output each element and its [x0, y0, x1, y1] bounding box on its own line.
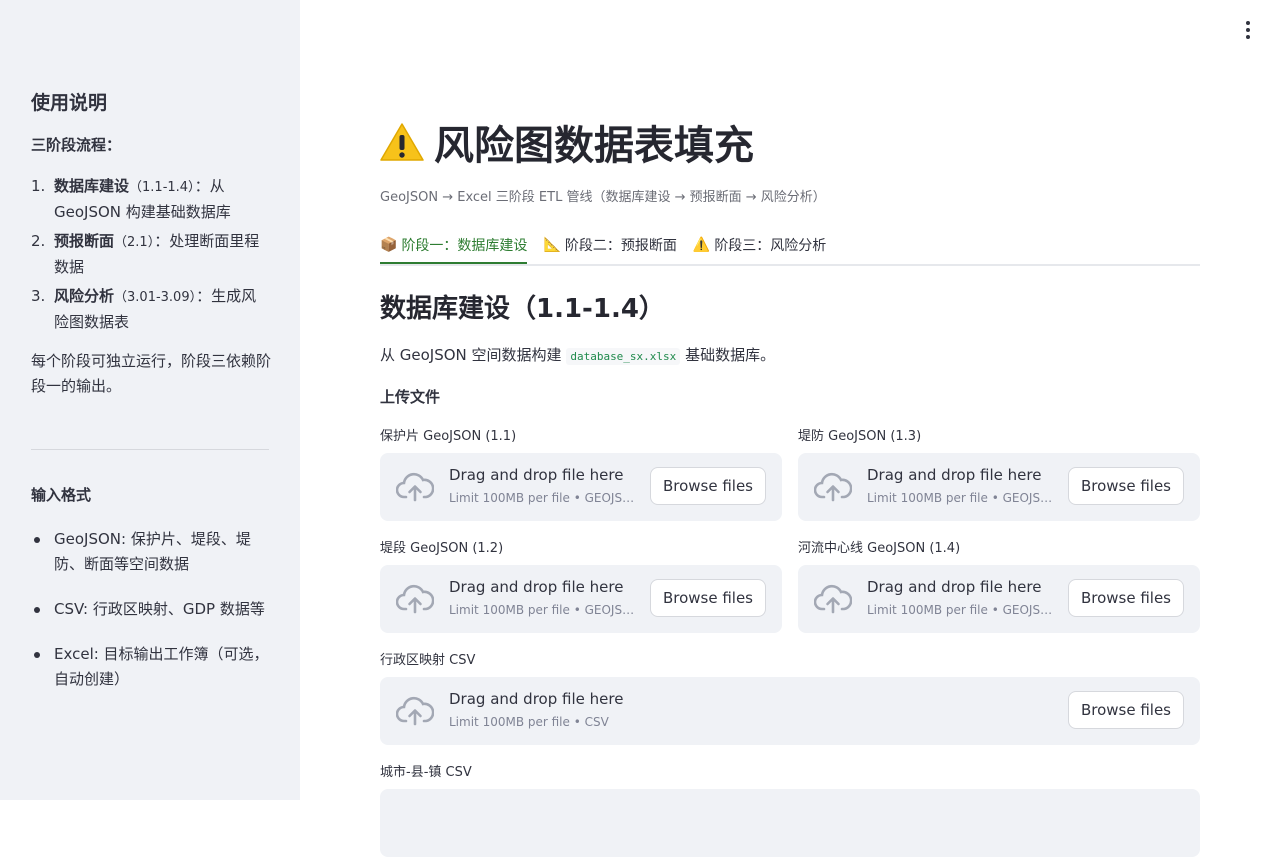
uploader-label: 堤段 GeoJSON (1.2)	[380, 541, 504, 556]
file-uploader: 堤防 GeoJSON (1.3) Drag and drop file here…	[798, 426, 1200, 521]
bullet-icon	[31, 642, 54, 692]
drop-text: Drag and drop file here	[867, 578, 1042, 596]
format-text: GeoJSON: 保护片、堤段、堤防、断面等空间数据	[54, 530, 251, 573]
drop-text: Drag and drop file here	[867, 466, 1042, 484]
dropzone[interactable]	[380, 789, 1200, 857]
tab-label: 阶段三：风险分析	[714, 238, 827, 254]
format-list: GeoJSON: 保护片、堤段、堤防、断面等空间数据 CSV: 行政区映射、GD…	[31, 527, 271, 712]
dropzone[interactable]: Drag and drop file here Limit 100MB per …	[380, 565, 782, 633]
page-title: 风险图数据表填充	[380, 112, 754, 172]
format-item: Excel: 目标输出工作簿（可选，自动创建）	[31, 642, 271, 692]
uploader-label: 堤防 GeoJSON (1.3)	[798, 429, 922, 444]
sidebar-note: 每个阶段可独立运行，阶段三依赖阶段一的输出。	[31, 352, 272, 395]
file-uploader: 城市-县-镇 CSV	[380, 762, 1200, 857]
limit-text: Limit 100MB per file • GEOJSON, JSON	[449, 603, 637, 617]
uploader-label: 保护片 GeoJSON (1.1)	[380, 429, 517, 444]
step-name: 风险分析	[54, 287, 115, 305]
page-title-text: 风险图数据表填充	[434, 123, 754, 169]
step-code: （2.1）	[114, 235, 155, 250]
tab-label: 阶段二：预报断面	[564, 238, 677, 254]
format-item: CSV: 行政区映射、GDP 数据等	[31, 597, 271, 622]
limit-text: Limit 100MB per file • CSV	[449, 715, 609, 729]
warning-icon	[380, 123, 424, 161]
section-description: 从 GeoJSON 空间数据构建 database_sx.xlsx 基础数据库。	[380, 344, 775, 365]
tab-label: 阶段一：数据库建设	[401, 238, 528, 254]
dropzone[interactable]: Drag and drop file here Limit 100MB per …	[380, 453, 782, 521]
dropzone[interactable]: Drag and drop file here Limit 100MB per …	[798, 453, 1200, 521]
uploader-label: 行政区映射 CSV	[380, 653, 476, 668]
file-uploader: 堤段 GeoJSON (1.2) Drag and drop file here…	[380, 538, 782, 633]
format-text: CSV: 行政区映射、GDP 数据等	[54, 600, 265, 618]
step-number: 3.	[31, 287, 46, 305]
upload-title: 上传文件	[380, 388, 441, 406]
format-title: 输入格式	[31, 486, 92, 504]
file-uploader: 河流中心线 GeoJSON (1.4) Drag and drop file h…	[798, 538, 1200, 633]
step-code: （3.01-3.09）	[114, 290, 197, 305]
browse-files-button[interactable]: Browse files	[1067, 691, 1184, 729]
drop-text: Drag and drop file here	[449, 690, 624, 708]
format-text: Excel: 目标输出工作簿（可选，自动创建）	[54, 645, 269, 688]
step-item: 1. 数据库建设（1.1-1.4）：从 GeoJSON 构建基础数据库	[31, 174, 271, 225]
desc-text: 从 GeoJSON 空间数据构建	[380, 346, 562, 364]
bullet-icon	[31, 597, 54, 622]
tab-stage-1[interactable]: 📦 阶段一：数据库建设	[380, 228, 528, 264]
step-number: 2.	[31, 232, 46, 250]
limit-text: Limit 100MB per file • GEOJSON, JSON	[867, 603, 1055, 617]
steps-list: 1. 数据库建设（1.1-1.4）：从 GeoJSON 构建基础数据库 2. 预…	[31, 174, 271, 339]
browse-files-button[interactable]: Browse files	[649, 579, 766, 617]
cloud-upload-icon	[396, 472, 434, 502]
step-item: 2. 预报断面（2.1）：处理断面里程数据	[31, 229, 271, 280]
sidebar-divider	[31, 449, 269, 450]
tab-stage-3[interactable]: ⚠️ 阶段三：风险分析	[693, 228, 826, 262]
package-icon: 📦	[380, 237, 398, 253]
section-title: 数据库建设（1.1-1.4）	[380, 294, 665, 324]
file-uploader: 行政区映射 CSV Drag and drop file here Limit …	[380, 650, 1200, 745]
sidebar-heading: 使用说明	[31, 92, 108, 114]
drop-text: Drag and drop file here	[449, 466, 624, 484]
step-item: 3. 风险分析（3.01-3.09）：生成风险图数据表	[31, 284, 271, 335]
cloud-upload-icon	[814, 472, 852, 502]
step-code: （1.1-1.4）	[129, 180, 195, 195]
bullet-icon	[31, 527, 54, 577]
format-item: GeoJSON: 保护片、堤段、堤防、断面等空间数据	[31, 527, 271, 577]
cloud-upload-icon	[814, 584, 852, 614]
page-caption: GeoJSON → Excel 三阶段 ETL 管线（数据库建设 → 预报断面 …	[380, 190, 826, 205]
sidebar: 使用说明 三阶段流程： 1. 数据库建设（1.1-1.4）：从 GeoJSON …	[0, 0, 300, 800]
drop-text: Drag and drop file here	[449, 578, 624, 596]
browse-files-button[interactable]: Browse files	[1067, 467, 1184, 505]
file-uploader: 保护片 GeoJSON (1.1) Drag and drop file her…	[380, 426, 782, 521]
warning-icon: ⚠️	[692, 237, 711, 253]
limit-text: Limit 100MB per file • GEOJSON, JSON	[867, 491, 1055, 505]
uploader-label: 城市-县-镇 CSV	[380, 765, 472, 780]
dropzone[interactable]: Drag and drop file here Limit 100MB per …	[798, 565, 1200, 633]
desc-code: database_sx.xlsx	[566, 348, 681, 365]
flow-title: 三阶段流程：	[31, 136, 122, 154]
uploader-label: 河流中心线 GeoJSON (1.4)	[798, 541, 961, 556]
step-name: 预报断面	[54, 232, 115, 250]
step-name: 数据库建设	[54, 177, 130, 195]
more-menu-icon[interactable]	[1238, 18, 1258, 42]
desc-text: 基础数据库。	[685, 346, 776, 364]
cloud-upload-icon	[396, 584, 434, 614]
tab-stage-2[interactable]: 📐 阶段二：预报断面	[543, 228, 676, 262]
triangle-ruler-icon: 📐	[543, 237, 561, 253]
dropzone[interactable]: Drag and drop file here Limit 100MB per …	[380, 677, 1200, 745]
limit-text: Limit 100MB per file • GEOJSON, JSON	[449, 491, 637, 505]
tab-bar: 📦 阶段一：数据库建设 📐 阶段二：预报断面 ⚠️ 阶段三：风险分析	[380, 228, 1200, 266]
cloud-upload-icon	[396, 696, 434, 726]
browse-files-button[interactable]: Browse files	[1067, 579, 1184, 617]
browse-files-button[interactable]: Browse files	[649, 467, 766, 505]
step-number: 1.	[31, 177, 46, 195]
